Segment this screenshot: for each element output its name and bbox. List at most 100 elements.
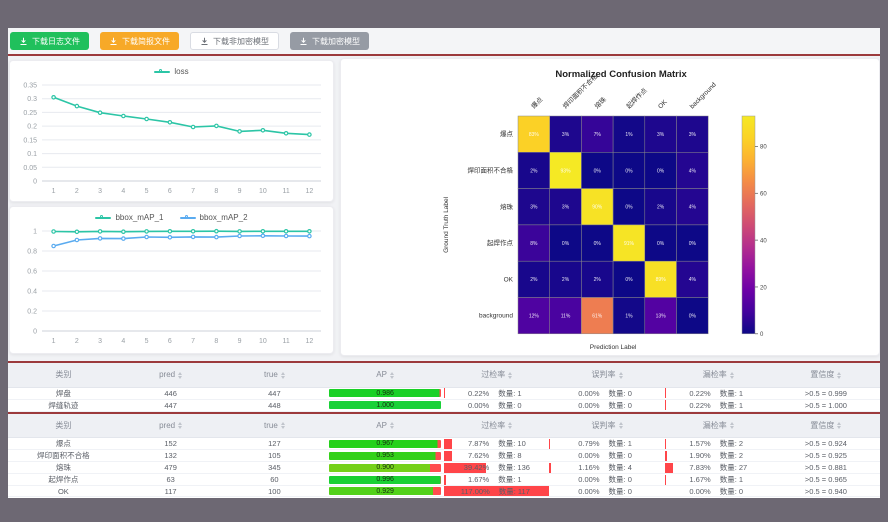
cell-true: 447 bbox=[223, 387, 327, 399]
download-plain-model-button[interactable]: 下载非加密模型 bbox=[190, 32, 279, 50]
cell-misjudge-rate: 0.00%数量: 0 bbox=[549, 450, 664, 462]
svg-text:12%: 12% bbox=[529, 313, 540, 319]
column-header-误判率[interactable]: 误判率 bbox=[549, 414, 664, 438]
svg-text:91%: 91% bbox=[624, 241, 635, 247]
cell-confidence: >0.5 = 0.881 bbox=[772, 462, 880, 474]
sort-icon bbox=[178, 422, 182, 429]
download-log-button[interactable]: 下载日志文件 bbox=[10, 32, 89, 50]
page-content: 下载日志文件 下载简报文件 下载非加密模型 下载加密模型 loss 0 0.05 0… bbox=[8, 28, 880, 498]
cell-miss-rate: 0.22%数量: 1 bbox=[665, 387, 772, 399]
svg-text:9: 9 bbox=[238, 338, 242, 345]
column-header-漏检率[interactable]: 漏检率 bbox=[665, 414, 772, 438]
cell-miss-rate: 1.67%数量: 1 bbox=[665, 474, 772, 486]
legend-item[interactable]: bbox_mAP_1 bbox=[95, 213, 163, 222]
column-header-置信度[interactable]: 置信度 bbox=[772, 363, 880, 387]
rate-bar: 0.00%数量: 0 bbox=[549, 475, 664, 485]
loss-chart-legend: loss bbox=[10, 61, 333, 77]
column-header-置信度[interactable]: 置信度 bbox=[772, 414, 880, 438]
svg-text:background: background bbox=[479, 313, 513, 320]
sort-icon bbox=[508, 422, 512, 429]
svg-text:0.15: 0.15 bbox=[23, 137, 37, 144]
cell-overdetect-rate: 117.00%数量: 117 bbox=[444, 486, 550, 497]
rate-bar: 39.42%数量: 136 bbox=[444, 463, 550, 473]
svg-text:熔珠: 熔珠 bbox=[500, 202, 514, 211]
svg-text:0.25: 0.25 bbox=[23, 110, 37, 117]
loss-chart: 00.050.10.150.20.250.30.3512345678910111… bbox=[10, 77, 333, 199]
cell-pred: 447 bbox=[119, 399, 223, 411]
cell-true: 105 bbox=[223, 450, 327, 462]
sort-icon bbox=[390, 422, 394, 429]
rate-bar: 0.79%数量: 1 bbox=[549, 439, 664, 449]
button-label: 下载日志文件 bbox=[32, 36, 80, 47]
rate-bar: 7.62%数量: 8 bbox=[444, 451, 550, 461]
svg-text:0.05: 0.05 bbox=[23, 165, 37, 172]
svg-text:13%: 13% bbox=[656, 313, 667, 319]
svg-text:8: 8 bbox=[214, 338, 218, 345]
svg-text:0.35: 0.35 bbox=[23, 83, 37, 90]
svg-text:2%: 2% bbox=[594, 277, 602, 283]
cell-confidence: >0.5 = 1.000 bbox=[772, 399, 880, 411]
svg-text:6: 6 bbox=[168, 188, 172, 195]
column-header-过检率[interactable]: 过检率 bbox=[444, 414, 550, 438]
column-header-pred[interactable]: pred bbox=[119, 414, 223, 438]
download-toolbar: 下载日志文件 下载简报文件 下载非加密模型 下载加密模型 bbox=[8, 28, 880, 54]
rate-bar: 0.00%数量: 0 bbox=[549, 388, 664, 398]
cell-miss-rate: 0.22%数量: 1 bbox=[665, 399, 772, 411]
column-header-漏检率[interactable]: 漏检率 bbox=[665, 363, 772, 387]
rate-bar: 0.00%数量: 0 bbox=[549, 486, 664, 496]
metrics-tables: 类别predtrueAP过检率误判率漏检率置信度焊盘4464470.9860.2… bbox=[8, 363, 880, 498]
svg-text:20: 20 bbox=[760, 285, 767, 291]
rate-bar: 7.87%数量: 10 bbox=[444, 439, 550, 449]
svg-text:0.1: 0.1 bbox=[27, 151, 37, 158]
confusion-matrix-chart: Normalized Confusion Matrix爆点焊印面积不合格熔珠起焊… bbox=[341, 59, 879, 355]
svg-text:0: 0 bbox=[33, 329, 37, 336]
cell-ap: 0.900 bbox=[326, 462, 444, 474]
rate-bar: 0.22%数量: 1 bbox=[665, 400, 772, 410]
legend-item[interactable]: bbox_mAP_2 bbox=[180, 213, 248, 222]
rate-bar: 1.67%数量: 1 bbox=[665, 475, 772, 485]
svg-text:爆点: 爆点 bbox=[529, 95, 545, 111]
svg-text:起焊作点: 起焊作点 bbox=[624, 85, 649, 110]
class-metrics-table: 类别predtrueAP过检率误判率漏检率置信度爆点1521270.9677.8… bbox=[8, 414, 880, 498]
download-report-button[interactable]: 下载简报文件 bbox=[100, 32, 179, 50]
column-header-类别: 类别 bbox=[8, 363, 119, 387]
column-header-误判率[interactable]: 误判率 bbox=[549, 363, 664, 387]
cell-ap: 0.929 bbox=[326, 486, 444, 497]
cell-miss-rate: 7.83%数量: 27 bbox=[665, 462, 772, 474]
svg-text:1: 1 bbox=[33, 229, 37, 236]
svg-text:0.2: 0.2 bbox=[27, 124, 37, 131]
map-chart-legend: bbox_mAP_1 bbox_mAP_2 bbox=[10, 207, 333, 223]
table-row: 焊缝轨迹4474481.0000.00%数量: 00.00%数量: 00.22%… bbox=[8, 399, 880, 411]
legend-item[interactable]: loss bbox=[154, 67, 188, 76]
column-header-true[interactable]: true bbox=[223, 363, 327, 387]
svg-text:40: 40 bbox=[760, 238, 767, 244]
svg-text:3%: 3% bbox=[562, 132, 570, 138]
download-encrypted-model-button[interactable]: 下载加密模型 bbox=[290, 32, 369, 50]
rate-bar: 0.00%数量: 0 bbox=[549, 400, 664, 410]
cell-ap: 0.967 bbox=[326, 438, 444, 450]
cell-category: 起焊作点 bbox=[8, 474, 119, 486]
svg-text:3%: 3% bbox=[657, 132, 665, 138]
svg-text:4: 4 bbox=[121, 338, 125, 345]
column-header-pred[interactable]: pred bbox=[119, 363, 223, 387]
cell-overdetect-rate: 7.87%数量: 10 bbox=[444, 438, 550, 450]
download-icon bbox=[19, 37, 28, 46]
svg-text:60: 60 bbox=[760, 192, 767, 198]
cell-confidence: >0.5 = 0.965 bbox=[772, 474, 880, 486]
table-row: 焊印面积不合格1321050.9537.62%数量: 80.00%数量: 01.… bbox=[8, 450, 880, 462]
svg-text:4: 4 bbox=[121, 188, 125, 195]
cell-misjudge-rate: 0.00%数量: 0 bbox=[549, 474, 664, 486]
cell-misjudge-rate: 0.00%数量: 0 bbox=[549, 399, 664, 411]
confusion-matrix-card: Normalized Confusion Matrix爆点焊印面积不合格熔珠起焊… bbox=[340, 58, 880, 356]
cell-miss-rate: 1.57%数量: 2 bbox=[665, 438, 772, 450]
column-header-AP[interactable]: AP bbox=[326, 414, 444, 438]
column-header-过检率[interactable]: 过检率 bbox=[444, 363, 550, 387]
button-label: 下载加密模型 bbox=[312, 36, 360, 47]
svg-text:5: 5 bbox=[145, 338, 149, 345]
svg-text:1: 1 bbox=[52, 188, 56, 195]
svg-text:Ground Truth Label: Ground Truth Label bbox=[443, 196, 450, 253]
svg-text:4%: 4% bbox=[689, 205, 697, 211]
column-header-AP[interactable]: AP bbox=[326, 363, 444, 387]
svg-text:OK: OK bbox=[504, 276, 514, 283]
column-header-true[interactable]: true bbox=[223, 414, 327, 438]
